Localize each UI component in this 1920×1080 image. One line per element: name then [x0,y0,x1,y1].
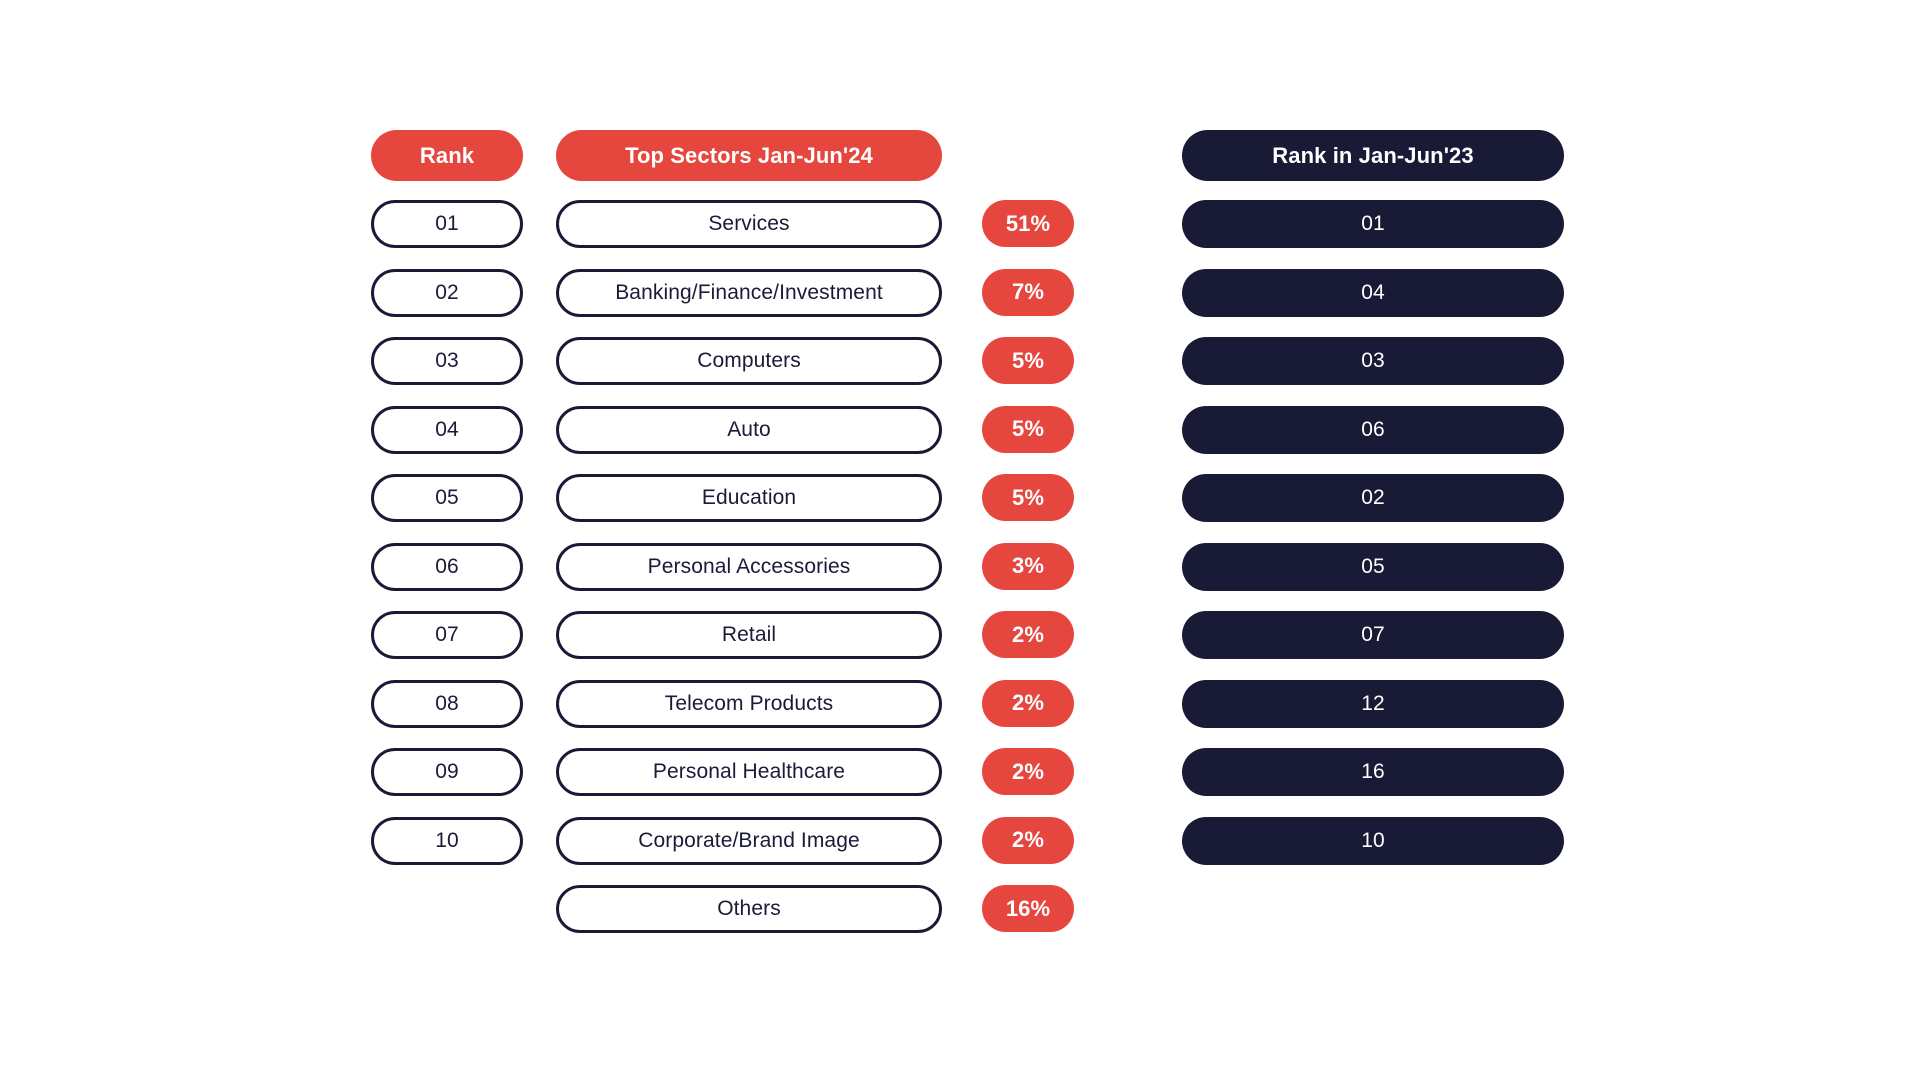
previous-rank-column-rows: 01 04 03 06 02 05 07 12 16 10 [1182,200,1564,885]
previous-rank-row[interactable]: 10 [1182,816,1564,886]
percent-value: 2% [982,611,1074,658]
rank-column: Rank 01 02 03 04 05 06 07 08 09 10 [371,130,523,885]
rank-value: 01 [371,200,523,248]
previous-rank-value: 12 [1182,679,1564,728]
rank-value: 02 [371,268,523,317]
rank-column-rows: 01 02 03 04 05 06 07 08 09 10 [371,200,523,885]
previous-rank-row[interactable]: 07 [1182,611,1564,680]
sector-row[interactable]: Banking/Finance/Investment [556,268,942,338]
percent-column-header-spacer [982,130,1074,181]
sector-row[interactable]: Auto [556,405,942,475]
rank-value: 09 [371,748,523,796]
percent-row[interactable]: 5% [982,474,1074,543]
sector-column: Top Sectors Jan-Jun'24 Services Banking/F… [556,130,942,954]
sector-name: Corporate/Brand Image [556,816,942,865]
percent-value: 2% [982,816,1074,864]
previous-rank-row[interactable]: 02 [1182,474,1564,543]
percent-row[interactable]: 2% [982,748,1074,817]
sector-name: Retail [556,611,942,659]
previous-rank-value: 10 [1182,816,1564,865]
sector-row[interactable]: Retail [556,611,942,680]
previous-rank-value: 05 [1182,542,1564,591]
percent-value: 5% [982,405,1074,453]
previous-rank-row[interactable]: 06 [1182,405,1564,475]
sector-name: Services [556,200,942,248]
previous-rank-value: 16 [1182,748,1564,796]
sector-name: Personal Healthcare [556,748,942,796]
percent-column-rows: 51% 7% 5% 5% 5% 3% 2% 2% 2% 2% 16% [982,200,1074,954]
sector-name: Telecom Products [556,679,942,728]
sector-column-rows: Services Banking/Finance/Investment Comput… [556,200,942,954]
percent-value: 51% [982,200,1074,247]
percent-value: 3% [982,542,1074,590]
rank-row[interactable]: 07 [371,611,523,680]
previous-rank-value: 02 [1182,474,1564,522]
rank-row[interactable]: 04 [371,405,523,475]
sector-row[interactable]: Computers [556,337,942,406]
sector-name: Personal Accessories [556,542,942,591]
percent-value: 2% [982,748,1074,795]
percent-value: 5% [982,337,1074,384]
rank-value: 04 [371,405,523,454]
sector-name: Others [556,885,942,933]
rank-value: 06 [371,542,523,591]
previous-rank-value: 01 [1182,200,1564,248]
percent-value: 2% [982,679,1074,727]
rank-row[interactable]: 08 [371,679,523,749]
percent-value: 5% [982,474,1074,521]
percent-value: 16% [982,885,1074,932]
sector-row[interactable]: Corporate/Brand Image [556,816,942,886]
rank-value: 05 [371,474,523,522]
previous-rank-value: 06 [1182,405,1564,454]
sector-row[interactable]: Personal Healthcare [556,748,942,817]
rank-value: 10 [371,816,523,865]
previous-rank-value: 04 [1182,268,1564,317]
sector-name: Education [556,474,942,522]
percent-row[interactable]: 5% [982,337,1074,406]
previous-rank-column-header: Rank in Jan-Jun'23 [1182,130,1564,181]
percent-row[interactable]: 2% [982,816,1074,886]
percent-row[interactable]: 3% [982,542,1074,612]
previous-rank-row[interactable]: 16 [1182,748,1564,817]
sector-name: Computers [556,337,942,385]
rank-row[interactable]: 10 [371,816,523,886]
percent-row[interactable]: 5% [982,405,1074,475]
percent-row[interactable]: 2% [982,679,1074,749]
sector-name: Banking/Finance/Investment [556,268,942,317]
rank-value: 03 [371,337,523,385]
rank-column-header: Rank [371,130,523,181]
rank-row[interactable]: 02 [371,268,523,338]
percent-row[interactable]: 16% [982,885,1074,954]
percent-value: 7% [982,268,1074,316]
previous-rank-row[interactable]: 05 [1182,542,1564,612]
sector-name: Auto [556,405,942,454]
sector-row[interactable]: Others [556,885,942,954]
sector-row[interactable]: Services [556,200,942,269]
previous-rank-row[interactable]: 01 [1182,200,1564,269]
rank-row[interactable]: 03 [371,337,523,406]
percent-row[interactable]: 2% [982,611,1074,680]
previous-rank-value: 07 [1182,611,1564,659]
percent-row[interactable]: 7% [982,268,1074,338]
previous-rank-row[interactable]: 04 [1182,268,1564,338]
infographic-table: Rank 01 02 03 04 05 06 07 08 09 10 Top Sectors Ja… [0,0,1920,1080]
rank-row[interactable]: 06 [371,542,523,612]
sector-row[interactable]: Telecom Products [556,679,942,749]
rank-row[interactable]: 05 [371,474,523,543]
previous-rank-row[interactable]: 03 [1182,337,1564,406]
percent-column: 51% 7% 5% 5% 5% 3% 2% 2% 2% 2% 16% [982,130,1074,954]
sector-row[interactable]: Personal Accessories [556,542,942,612]
previous-rank-row[interactable]: 12 [1182,679,1564,749]
rank-row[interactable]: 01 [371,200,523,269]
previous-rank-column: Rank in Jan-Jun'23 01 04 03 06 02 05 07 12 16 10 [1182,130,1564,885]
sector-column-header: Top Sectors Jan-Jun'24 [556,130,942,181]
rank-row[interactable]: 09 [371,748,523,817]
previous-rank-value: 03 [1182,337,1564,385]
rank-value: 07 [371,611,523,659]
sector-row[interactable]: Education [556,474,942,543]
percent-row[interactable]: 51% [982,200,1074,269]
rank-value: 08 [371,679,523,728]
